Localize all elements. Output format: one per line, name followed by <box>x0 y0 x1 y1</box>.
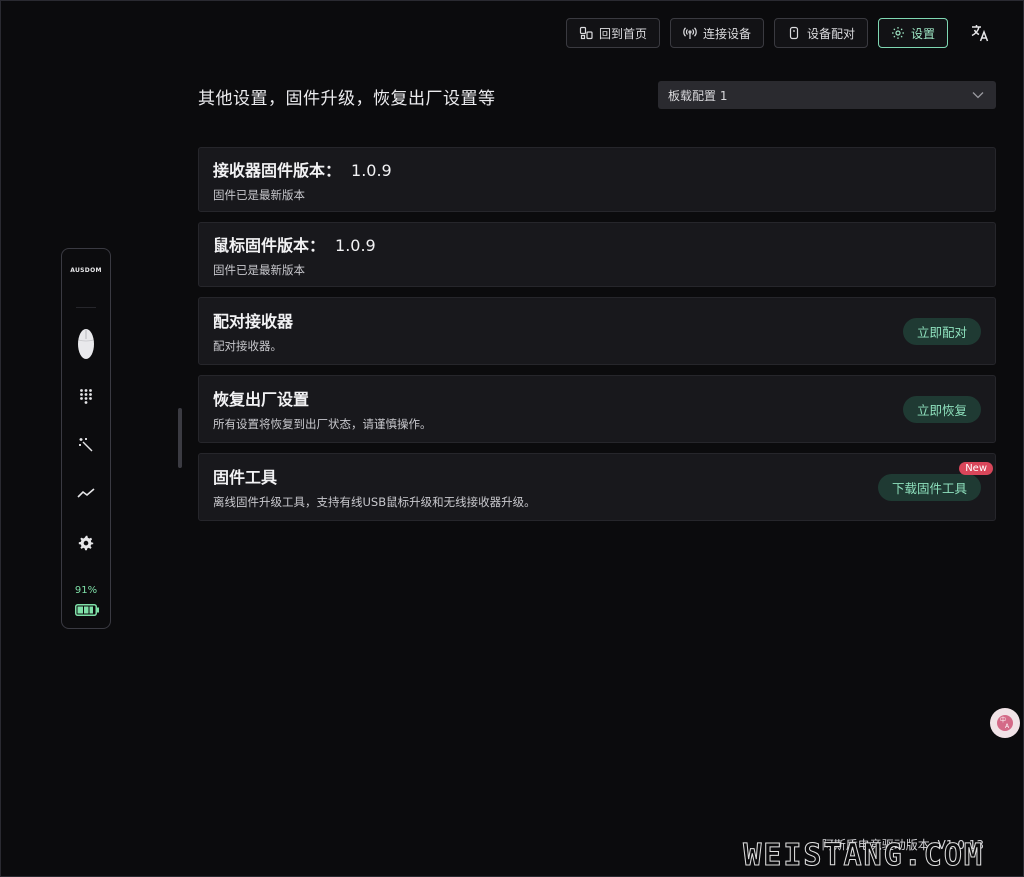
home-button-label: 回到首页 <box>598 26 647 41</box>
home-icon <box>579 26 593 40</box>
mouse-firmware-title: 鼠标固件版本： 1.0.9 <box>213 232 376 256</box>
firmware-tool-card: 固件工具 离线固件升级工具，支持有线USB鼠标升级和无线接收器升级。 下载固件工… <box>198 453 996 521</box>
page-title: 其他设置，固件升级，恢复出厂设置等 <box>198 89 496 109</box>
factory-reset-desc: 所有设置将恢复到出厂状态，请谨慎操作。 <box>213 417 432 431</box>
factory-reset-card: 恢复出厂设置 所有设置将恢复到出厂状态，请谨慎操作。 立即恢复 <box>198 375 996 443</box>
magic-wand-icon <box>79 438 93 452</box>
pair-receiver-card: 配对接收器 配对接收器。 立即配对 <box>198 297 996 365</box>
factory-reset-title: 恢复出厂设置 <box>213 390 310 409</box>
home-button[interactable]: 回到首页 <box>565 18 660 48</box>
receiver-firmware-title: 接收器固件版本： 1.0.9 <box>213 157 392 181</box>
receiver-firmware-version: 1.0.9 <box>351 160 392 180</box>
firmware-tool-title: 固件工具 <box>213 468 278 487</box>
keypad-icon <box>80 389 92 404</box>
mouse-firmware-info: 鼠标固件版本： 1.0.9 固件已是最新版本 <box>213 232 376 278</box>
download-firmware-tool-label: 下载固件工具 <box>891 480 967 496</box>
new-badge: New <box>959 461 993 475</box>
pair-receiver-title: 配对接收器 <box>213 312 294 331</box>
sidebar-item-settings[interactable] <box>62 535 110 551</box>
receiver-firmware-info: 接收器固件版本： 1.0.9 固件已是最新版本 <box>213 157 392 203</box>
mouse-icon <box>78 329 94 359</box>
sidebar-item-performance[interactable] <box>62 487 110 499</box>
receiver-firmware-status: 固件已是最新版本 <box>213 187 305 202</box>
settings-button[interactable]: 设置 <box>877 18 948 48</box>
mouse-firmware-card: 鼠标固件版本： 1.0.9 固件已是最新版本 <box>198 222 996 287</box>
gear-icon <box>891 27 904 39</box>
watermark: WEISTANG.COM <box>743 838 984 874</box>
sidebar-item-mouse[interactable] <box>62 327 110 361</box>
mouse-firmware-version: 1.0.9 <box>335 235 376 255</box>
battery-icon <box>75 604 99 616</box>
device-pair-icon <box>789 26 799 40</box>
download-firmware-tool-button[interactable]: 下载固件工具 New <box>877 461 993 501</box>
connect-device-button[interactable]: 连接设备 <box>669 18 764 48</box>
brand-logo: AUSDOM <box>70 267 102 274</box>
connect-device-label: 连接设备 <box>702 26 751 41</box>
pair-now-button[interactable]: 立即配对 <box>902 317 981 345</box>
settings-label: 设置 <box>910 26 935 41</box>
pair-device-label: 设备配对 <box>806 26 855 41</box>
translate-icon: 中 A <box>997 715 1013 731</box>
profile-select-value: 板载配置 1 <box>668 88 728 103</box>
pair-receiver-desc: 配对接收器。 <box>213 339 282 353</box>
sidebar-divider <box>76 307 96 308</box>
pair-device-button[interactable]: 设备配对 <box>773 18 868 48</box>
language-button[interactable] <box>966 19 994 47</box>
receiver-firmware-label: 接收器固件版本： <box>213 160 342 180</box>
battery-indicator <box>75 601 99 620</box>
sidebar-item-lighting[interactable] <box>62 437 110 453</box>
resize-handle[interactable] <box>178 408 182 468</box>
trend-icon <box>77 488 95 498</box>
sidebar-item-keys[interactable] <box>62 388 110 404</box>
signal-icon <box>683 27 697 39</box>
firmware-tool-desc: 离线固件升级工具，支持有线USB鼠标升级和无线接收器升级。 <box>213 495 536 509</box>
gear-icon <box>78 535 94 551</box>
firmware-tool-info: 固件工具 离线固件升级工具，支持有线USB鼠标升级和无线接收器升级。 <box>213 464 536 510</box>
profile-select[interactable]: 板载配置 1 <box>658 81 996 109</box>
translate-icon <box>971 25 989 42</box>
pair-receiver-info: 配对接收器 配对接收器。 <box>213 308 293 354</box>
reset-now-button[interactable]: 立即恢复 <box>902 395 981 423</box>
settings-list: 接收器固件版本： 1.0.9 固件已是最新版本 鼠标固件版本： 1.0.9 固件已是… <box>198 147 996 531</box>
battery-percentage: 91% <box>74 585 98 596</box>
mouse-firmware-status: 固件已是最新版本 <box>213 262 305 277</box>
translate-floating-button[interactable]: 中 A <box>990 708 1020 738</box>
factory-reset-info: 恢复出厂设置 所有设置将恢复到出厂状态，请谨慎操作。 <box>213 386 432 432</box>
mouse-firmware-label: 鼠标固件版本： <box>213 235 326 255</box>
top-nav: 回到首页 连接设备 设备配对 设置 <box>565 18 994 48</box>
chevron-down-icon <box>972 92 984 99</box>
sidebar: AUSDOM 91% <box>61 248 111 629</box>
receiver-firmware-card: 接收器固件版本： 1.0.9 固件已是最新版本 <box>198 147 996 212</box>
